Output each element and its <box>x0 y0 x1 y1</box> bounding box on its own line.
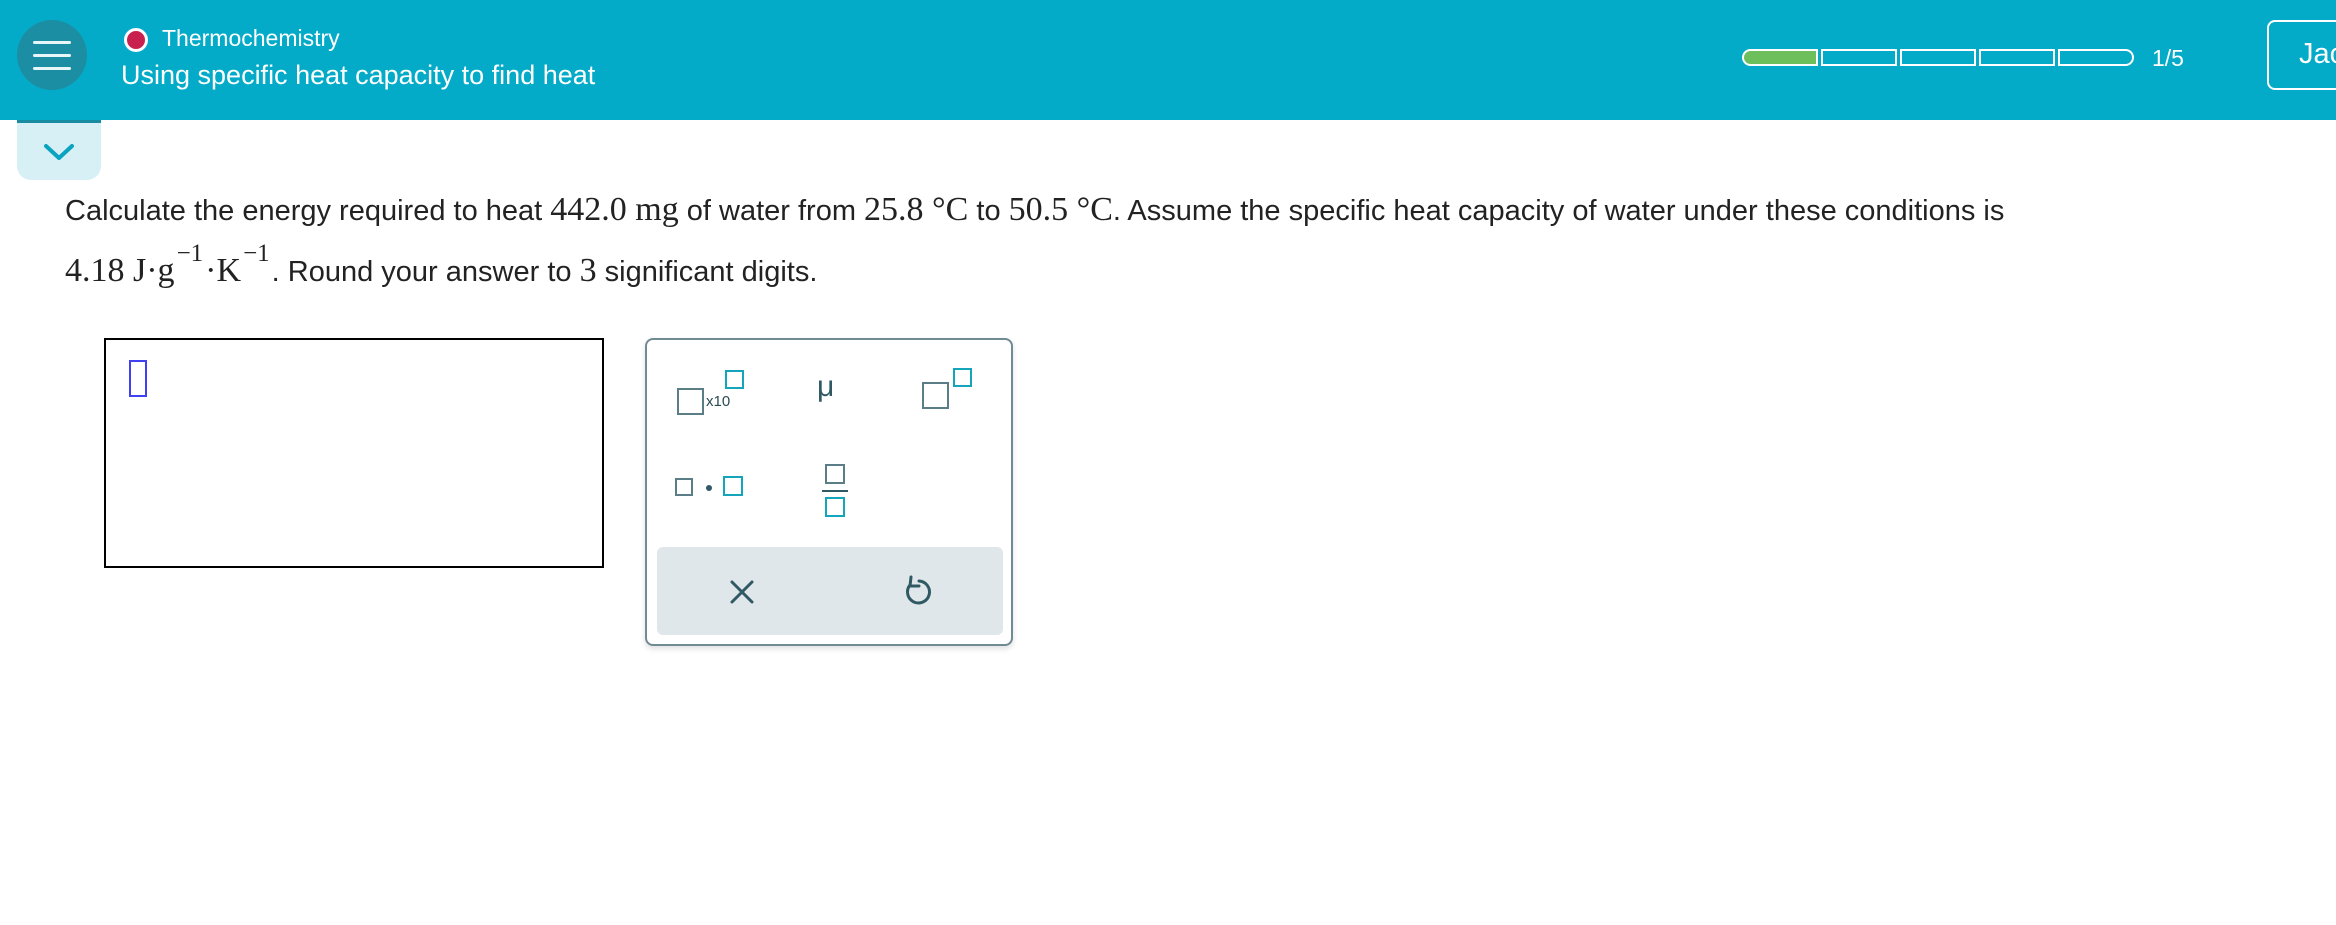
question-part: Calculate the energy required to heat <box>65 195 551 227</box>
start-temperature: 25.8 °C <box>864 191 969 228</box>
progress-segment <box>1900 49 1976 66</box>
exponent-box-icon <box>725 370 744 389</box>
math-palette: x10 μ <box>645 338 1013 646</box>
base-box-icon <box>922 382 949 409</box>
x10-label: x10 <box>706 393 731 410</box>
placeholder-box-icon <box>723 476 743 496</box>
end-temperature: 50.5 °C <box>1008 191 1113 228</box>
question-part: significant digits. <box>596 256 818 288</box>
question-part: to <box>968 195 1009 227</box>
scientific-notation-button[interactable]: x10 <box>667 370 747 420</box>
undo-button[interactable] <box>891 569 941 615</box>
exponent: −1 <box>243 240 270 267</box>
lesson-title: Using specific heat capacity to find hea… <box>121 60 596 90</box>
placeholder-box-icon <box>675 478 693 496</box>
question-part: . Assume the specific heat capacity of w… <box>1112 195 2005 227</box>
progress-count: 1/5 <box>2152 45 2184 71</box>
top-bar: Thermochemistry Using specific heat capa… <box>0 0 2336 120</box>
question-text: Calculate the energy required to heat 44… <box>65 180 2305 304</box>
heat-capacity-value: 4.18 J·g <box>65 252 175 289</box>
close-icon <box>730 580 754 604</box>
undo-icon <box>906 575 931 605</box>
fraction-bar-icon <box>822 490 848 492</box>
numerator-box-icon <box>825 464 845 484</box>
multiply-dot-button[interactable] <box>675 470 745 510</box>
mu-label: μ <box>817 370 835 403</box>
text-cursor <box>129 360 147 397</box>
palette-actions <box>657 547 1003 635</box>
menu-button[interactable] <box>17 20 87 90</box>
clear-button[interactable] <box>717 569 767 615</box>
topic-status-icon <box>124 28 148 52</box>
unit-kelvin: ·K <box>205 252 242 289</box>
progress-segment <box>2058 49 2134 66</box>
mass-value: 442.0 mg <box>550 191 679 228</box>
topic-title: Thermochemistry <box>162 25 340 51</box>
exponent: −1 <box>176 240 204 267</box>
dot-icon <box>706 485 712 491</box>
hamburger-icon-line <box>33 66 71 70</box>
hamburger-icon-line <box>33 40 71 44</box>
chevron-down-icon <box>44 143 74 160</box>
denominator-box-icon <box>825 497 845 517</box>
placeholder-box-icon <box>677 388 704 415</box>
progress-segment <box>1821 49 1897 66</box>
user-account-button[interactable]: Jac <box>2267 20 2336 90</box>
superscript-button[interactable] <box>922 368 982 418</box>
significant-digits-value: 3 <box>579 252 597 289</box>
fraction-button[interactable] <box>812 460 862 524</box>
exponent-box-icon <box>953 368 972 387</box>
collapse-toggle-button[interactable] <box>17 120 101 180</box>
progress-segment <box>1979 49 2055 66</box>
answer-input[interactable] <box>104 338 604 568</box>
hamburger-icon-line <box>33 53 71 57</box>
question-part: of water from <box>678 195 865 227</box>
progress-segment <box>1742 49 1818 66</box>
question-part: . Round your answer to <box>271 256 580 288</box>
progress-bar <box>1742 49 2134 66</box>
mu-button[interactable]: μ <box>807 368 857 418</box>
